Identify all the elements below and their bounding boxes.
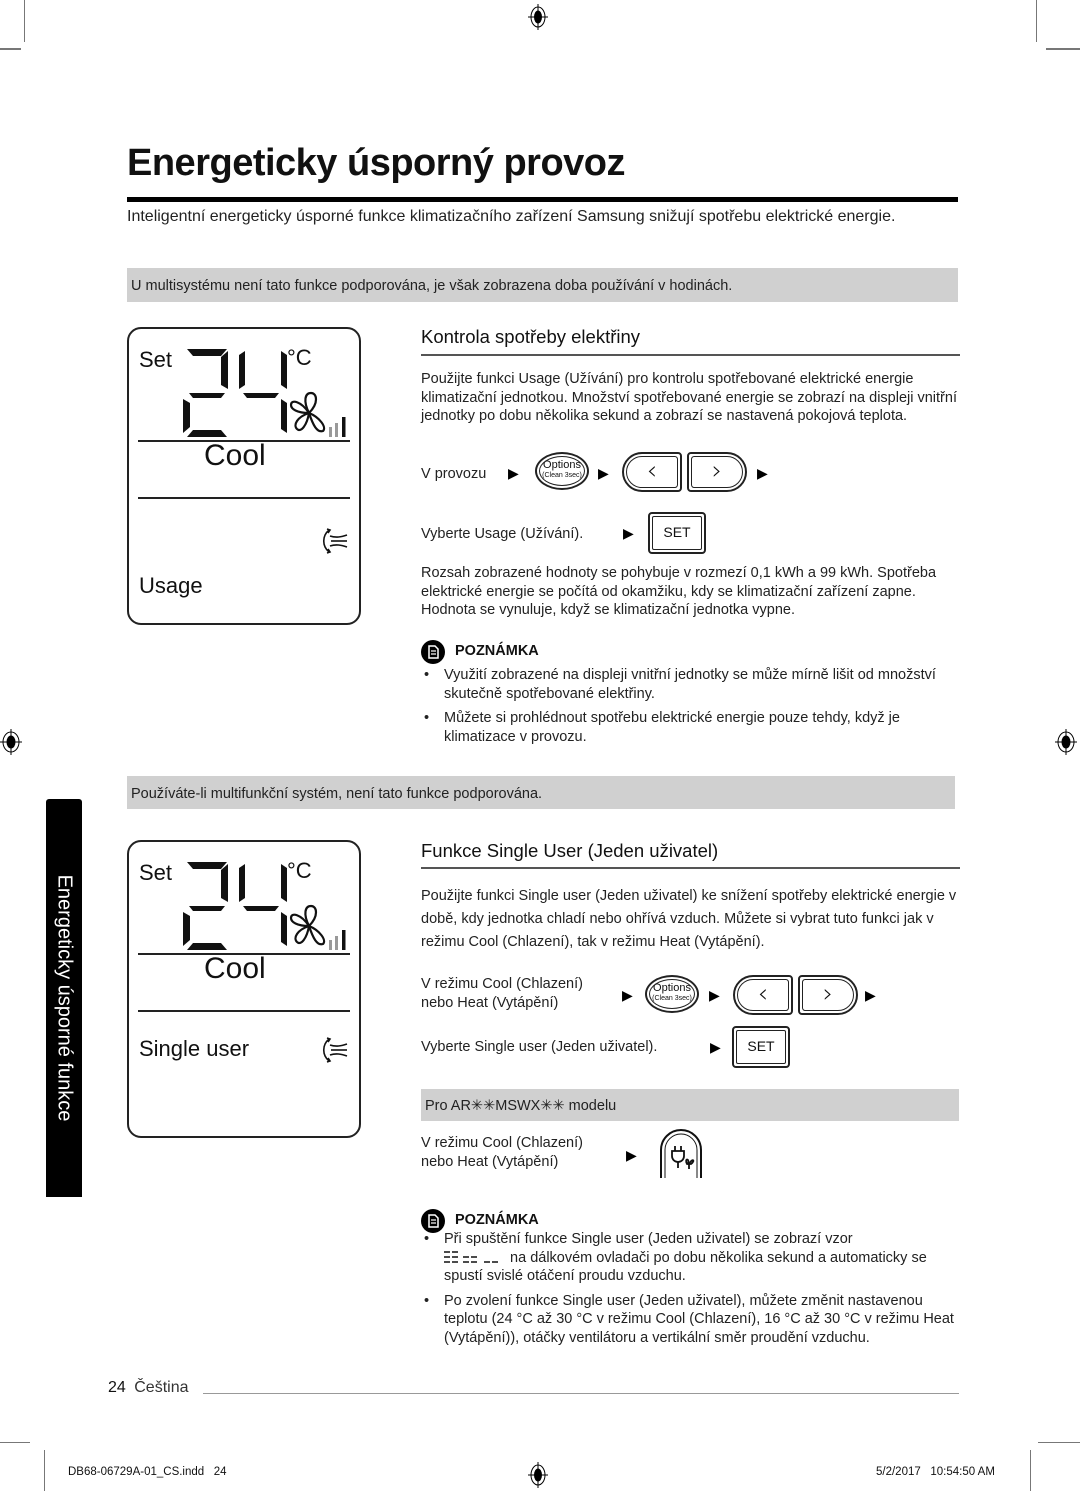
step-label: Vyberte Usage (Užívání). [421,526,584,542]
single-user-notes: Při spuštění funkce Single user (Jeden u… [421,1230,961,1353]
step-label: V provozu [421,466,487,482]
section-rule [421,354,960,356]
chapter-side-tab-label: Energeticky úsporné funkce [53,874,76,1122]
arrow-right-icon: ▶ [757,465,768,481]
seven-segment-temperature [183,349,287,437]
step-label-line: nebo Heat (Vytápění) [421,1154,559,1170]
lcd-unit: °C [287,858,312,883]
lcd-set-label: Set [139,860,173,885]
page-number-value: 24 [108,1379,126,1396]
airflow-swing-icon [322,528,348,554]
arrow-right-icon: ▶ [865,987,876,1003]
lcd-set-label: Set [139,347,173,372]
registration-mark-icon [1055,729,1077,755]
crop-mark [44,1450,45,1491]
set-button[interactable]: SET [732,1026,790,1068]
slug-file: DB68-06729A-01_CS.indd 24 [68,1466,227,1478]
note-item: Využití zobrazené na displeji vnitřní je… [421,666,961,703]
step-label-line: V režimu Cool (Chlazení) [421,1135,583,1151]
options-button-label: Options [543,459,581,471]
eco-plug-button-icon[interactable] [658,1128,704,1178]
fan-speed-bars-icon [329,417,346,437]
registration-mark-icon [0,729,22,755]
usage-range-text: Rozsah zobrazené hodnoty se pohybuje v r… [421,565,937,618]
step-label-line: nebo Heat (Vytápění) [421,995,559,1011]
fan-icon [289,391,326,433]
arrow-right-icon: ▶ [709,987,720,1003]
crop-mark [1030,1450,1031,1491]
usage-notes: Využití zobrazené na displeji vnitřní je… [421,666,961,752]
lcd-mode: Cool [204,439,266,472]
registration-mark-icon [528,4,548,30]
seven-segment-temperature [183,862,287,950]
page-language: Čeština [134,1379,189,1396]
fan-speed-bars-icon [329,930,346,950]
chapter-side-tab: Energeticky úsporné funkce [46,799,82,1197]
options-button[interactable]: Options (Clean 3sec) [645,975,699,1013]
intro-text: Inteligentní energeticky úsporné funkce … [127,208,896,225]
note-heading: POZNÁMKA [455,643,539,659]
fan-icon [289,904,326,946]
lcd-display-single-user: Set °C Cool Single user [127,840,361,1138]
arrow-right-icon: ▶ [710,1039,721,1055]
step-label: V režimu Cool (Chlazení) nebo Heat (Vytá… [421,1134,583,1172]
crop-mark [0,48,21,50]
crop-mark [1046,48,1080,50]
note-item: Po zvolení funkce Single user (Jeden uži… [421,1292,961,1348]
set-button[interactable]: SET [648,512,706,554]
lcd-function-label: Usage [139,573,203,598]
arrow-right-icon: ▶ [598,465,609,481]
step-label-line: V režimu Cool (Chlazení) [421,976,583,992]
title-rule [127,197,958,202]
slug-date: 5/2/2017 10:54:50 AM [876,1466,995,1478]
note-text: na dálkovém ovladači po dobu několika se… [444,1249,927,1285]
crop-mark [0,1442,30,1443]
lcd-unit: °C [287,345,312,370]
arrow-right-icon: ▶ [508,465,519,481]
lcd-divider [138,497,350,499]
lcd-display-usage: Set °C Cool Usage [127,327,361,625]
note-text: Při spuštění funkce Single user (Jeden u… [444,1231,853,1247]
page-number: 24 Čeština [108,1379,189,1397]
crop-mark [1038,1442,1080,1443]
right-button[interactable]: › [687,452,747,492]
single-user-description-text: Použijte funkci Single user (Jeden uživa… [421,888,957,950]
step-label: V režimu Cool (Chlazení) nebo Heat (Vytá… [421,975,583,1013]
arrow-right-icon: ▶ [626,1147,637,1163]
single-user-description: Použijte funkci Single user (Jeden uživa… [421,885,961,954]
crop-mark [1036,0,1037,42]
section-heading-usage: Kontrola spotřeby elektřiny [421,326,641,347]
display-pattern-icon [444,1250,498,1263]
options-button-label: Options [653,982,691,994]
options-button-sublabel: (Clean 3sec) [652,995,692,1002]
notice-multifunction: Používáte-li multifunkční systém, není t… [127,776,955,809]
arrow-right-icon: ▶ [622,987,633,1003]
right-button[interactable]: › [798,975,858,1015]
page-title: Energeticky úsporný provoz [127,142,626,184]
note-icon [421,640,445,664]
lcd-mode: Cool [204,952,266,985]
model-bar: Pro AR✳✳MSWX✳✳ modelu [421,1089,959,1121]
lcd-function-label: Single user [139,1036,250,1061]
note-item: Při spuštění funkce Single user (Jeden u… [421,1230,961,1286]
section-heading-single-user: Funkce Single User (Jeden uživatel) [421,840,719,861]
left-button[interactable]: ‹ [733,975,793,1015]
notice-multisystem: U multisystému není tato funkce podporov… [127,268,958,302]
crop-mark [24,0,25,42]
step-label: Vyberte Single user (Jeden uživatel). [421,1039,658,1055]
lcd-divider [138,1010,350,1012]
note-heading: POZNÁMKA [455,1212,539,1228]
registration-mark-icon [528,1462,548,1488]
airflow-swing-icon [322,1037,348,1063]
note-item: Můžete si prohlédnout spotřebu elektrick… [421,709,961,746]
usage-description: Použijte funkci Usage (Užívání) pro kont… [421,371,957,424]
left-button[interactable]: ‹ [622,452,682,492]
section-rule [421,867,960,869]
options-button[interactable]: Options (Clean 3sec) [535,452,589,490]
arrow-right-icon: ▶ [623,525,634,541]
footer-rule [203,1393,959,1394]
options-button-sublabel: (Clean 3sec) [542,472,582,479]
